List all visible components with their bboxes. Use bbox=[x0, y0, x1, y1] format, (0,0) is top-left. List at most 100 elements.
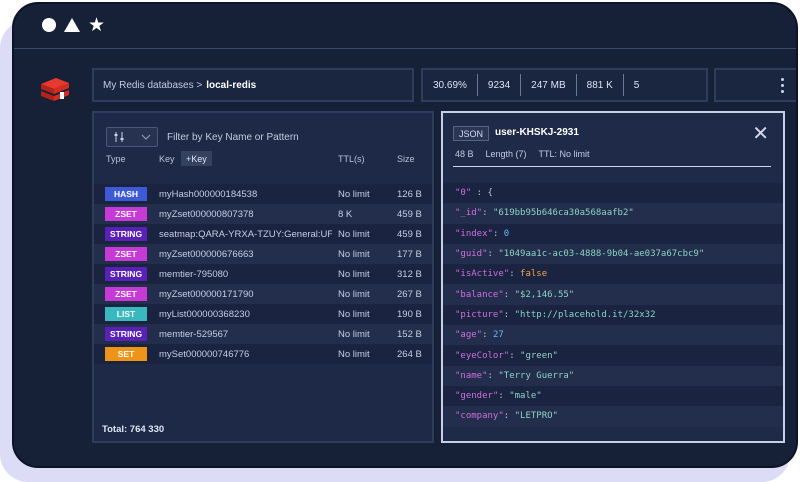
key-size: 126 B bbox=[397, 188, 422, 200]
add-key-button[interactable]: +Key bbox=[181, 151, 212, 166]
divider bbox=[453, 166, 771, 167]
json-value: { bbox=[487, 188, 493, 199]
json-key: "0" bbox=[455, 188, 472, 199]
key-ttl: 8 K bbox=[338, 208, 353, 220]
stat-keys: 881 K bbox=[586, 79, 613, 91]
circle-icon[interactable] bbox=[42, 18, 56, 32]
table-row[interactable]: STRING memtier-529567 No limit 152 B bbox=[94, 324, 432, 344]
json-value: "$2,146.55" bbox=[514, 289, 575, 300]
close-icon[interactable]: ✕ bbox=[752, 123, 769, 143]
json-key: "index" bbox=[455, 228, 493, 239]
total-keys: Total: 764 330 bbox=[102, 424, 165, 435]
key-size: 312 B bbox=[397, 268, 422, 280]
stat-clients: 5 bbox=[633, 79, 640, 91]
key-name: memtier-529567 bbox=[159, 328, 229, 340]
key-ttl: No limit bbox=[338, 348, 370, 360]
redis-logo-icon bbox=[41, 78, 69, 101]
key-meta: 48 B Length (7) TTL: No limit bbox=[455, 149, 590, 159]
json-line: "balance": "$2,146.55" bbox=[443, 284, 783, 305]
detail-key-name: user-KHSKJ-2931 bbox=[495, 127, 579, 138]
stat-ops: 9234 bbox=[487, 79, 511, 91]
breadcrumb: My Redis databases > local-redis bbox=[92, 68, 414, 102]
type-badge: ZSET bbox=[105, 207, 147, 221]
json-value: "green" bbox=[520, 350, 558, 361]
json-value: 0 bbox=[503, 228, 510, 239]
type-badge: ZSET bbox=[105, 247, 147, 261]
stat-memory: 247 MB bbox=[531, 79, 566, 91]
key-ttl: No limit bbox=[338, 268, 370, 280]
json-value: "Terry Guerra" bbox=[498, 370, 575, 381]
column-key: Key bbox=[159, 154, 175, 164]
column-ttl: TTL(s) bbox=[338, 154, 365, 164]
key-name: myHash000000184538 bbox=[159, 188, 258, 200]
json-value: 27 bbox=[492, 330, 504, 341]
key-name: memtier-795080 bbox=[159, 268, 229, 280]
table-row[interactable]: ZSET myZset000000171790 No limit 267 B bbox=[94, 284, 432, 304]
filter-input[interactable]: Filter by Key Name or Pattern bbox=[167, 132, 299, 143]
column-type: Type bbox=[106, 154, 126, 164]
json-key: "guid" bbox=[455, 249, 488, 260]
table-row[interactable]: ZSET myZset000000807378 8 K 459 B bbox=[94, 204, 432, 224]
json-line: "guid": "1049aa1c-ac03-4888-9b04-ae037a6… bbox=[443, 243, 783, 265]
detail-length: Length (7) bbox=[485, 149, 527, 159]
json-line: "eyeColor": "green" bbox=[443, 345, 783, 366]
json-key: "picture" bbox=[455, 309, 504, 320]
json-line: "company": "LETPRO" bbox=[443, 406, 783, 427]
detail-size: 48 B bbox=[455, 149, 474, 159]
json-line: "picture": "http://placehold.it/32x32 bbox=[443, 304, 783, 326]
database-stats: 30.69% 9234 247 MB 881 K 5 bbox=[421, 68, 708, 102]
filter-sliders-icon bbox=[114, 132, 124, 142]
json-value: "1049aa1c-ac03-4888-9b04-ae037a67cbc9" bbox=[498, 249, 705, 260]
key-size: 264 B bbox=[397, 348, 422, 360]
table-row[interactable]: HASH myHash000000184538 No limit 126 B bbox=[94, 184, 432, 204]
key-ttl: No limit bbox=[338, 328, 370, 340]
table-row[interactable]: STRING memtier-795080 No limit 312 B bbox=[94, 264, 432, 284]
kebab-menu-icon[interactable] bbox=[781, 78, 784, 93]
key-ttl: No limit bbox=[338, 308, 370, 320]
table-row[interactable]: ZSET myZset000000676663 No limit 177 B bbox=[94, 244, 432, 264]
breadcrumb-parent[interactable]: My Redis databases > bbox=[103, 80, 202, 91]
type-badge: SET bbox=[105, 347, 147, 361]
key-size: 459 B bbox=[397, 208, 422, 220]
key-name: myZset000000171790 bbox=[159, 288, 254, 300]
key-size: 177 B bbox=[397, 248, 422, 260]
json-line: "name": "Terry Guerra" bbox=[443, 365, 783, 386]
chevron-down-icon bbox=[141, 134, 151, 140]
key-ttl: No limit bbox=[338, 288, 370, 300]
table-row[interactable]: LIST myList000000368230 No limit 190 B bbox=[94, 304, 432, 324]
stat-cpu: 30.69% bbox=[433, 79, 467, 91]
key-rows: HASH myHash000000184538 No limit 126 B Z… bbox=[94, 184, 432, 364]
json-value: "male" bbox=[509, 391, 542, 402]
key-detail-panel: JSON user-KHSKJ-2931 ✕ 48 B Length (7) T… bbox=[441, 111, 785, 443]
json-line: "age": 27 bbox=[443, 325, 783, 346]
key-size: 152 B bbox=[397, 328, 422, 340]
json-key: "eyeColor" bbox=[455, 350, 510, 361]
key-ttl: No limit bbox=[338, 188, 370, 200]
json-key: "company" bbox=[455, 411, 504, 422]
key-name: myZset000000807378 bbox=[159, 208, 254, 220]
triangle-icon[interactable] bbox=[64, 18, 80, 32]
json-key: "balance" bbox=[455, 289, 504, 300]
key-size: 459 B bbox=[397, 228, 422, 240]
json-viewer[interactable]: "0" : { "_id": "619bb95b646ca30a568aafb2… bbox=[443, 183, 783, 427]
key-name: mySet000000746776 bbox=[159, 348, 250, 360]
json-value: false bbox=[520, 269, 548, 280]
app-window: ★ My Redis databases > local-redis 30.69… bbox=[12, 2, 798, 468]
key-name: myZset000000676663 bbox=[159, 248, 254, 260]
window-controls: ★ bbox=[42, 16, 105, 35]
type-badge: LIST bbox=[105, 307, 147, 321]
type-badge: HASH bbox=[105, 187, 147, 201]
json-value: "619bb95b646ca30a568aafb2" bbox=[492, 208, 634, 219]
menu-area bbox=[714, 68, 796, 102]
json-key: "age" bbox=[455, 330, 483, 341]
json-line: "gender": "male" bbox=[443, 385, 783, 407]
filter-type-dropdown[interactable] bbox=[106, 127, 158, 147]
json-line: "isActive": false bbox=[443, 264, 783, 285]
json-key: "name" bbox=[455, 370, 488, 381]
table-row[interactable]: SET mySet000000746776 No limit 264 B bbox=[94, 344, 432, 364]
star-icon[interactable]: ★ bbox=[88, 16, 105, 35]
table-row[interactable]: STRING seatmap:QARA-YRXA-TZUY:General:UF… bbox=[94, 224, 432, 244]
key-size: 190 B bbox=[397, 308, 422, 320]
filter-bar: Filter by Key Name or Pattern bbox=[106, 127, 299, 147]
detail-ttl: TTL: No limit bbox=[538, 149, 590, 159]
